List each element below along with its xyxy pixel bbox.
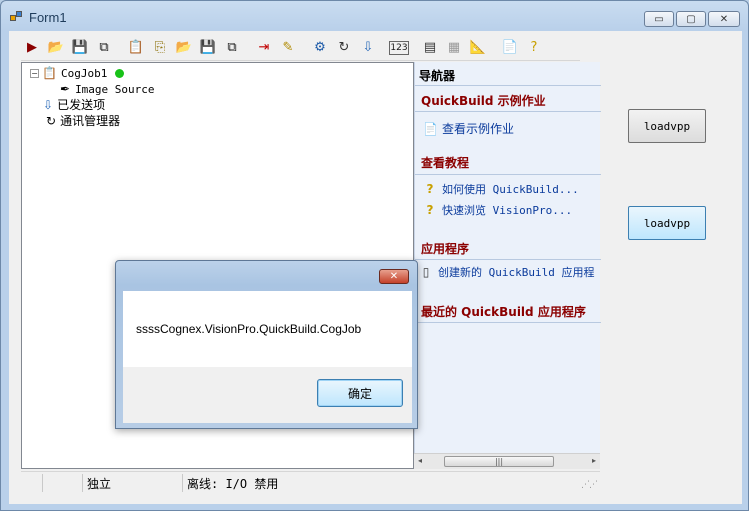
- link-view-examples[interactable]: 📄 查看示例作业: [423, 120, 514, 137]
- job-label: CogJob1: [60, 66, 108, 80]
- dialog-body: ssssCognex.VisionPro.QuickBuild.CogJob: [123, 291, 412, 367]
- scroll-right-icon[interactable]: ▸: [592, 456, 596, 465]
- section-recent-title: 最近的 QuickBuild 应用程序: [421, 305, 586, 319]
- refresh-icon[interactable]: ↻: [333, 37, 355, 59]
- sent-items-label: 已发送项: [57, 98, 106, 112]
- open-job-icon[interactable]: 📂: [173, 37, 195, 59]
- image-source-icon: ✒: [60, 82, 71, 96]
- toolbar-separator: [117, 37, 123, 59]
- save-as-icon[interactable]: ⧉: [93, 37, 115, 59]
- section-tutorials-title: 查看教程: [421, 156, 470, 170]
- status-mode: 独立: [83, 474, 183, 492]
- terminal-icon[interactable]: ▤: [419, 37, 441, 59]
- toolbar-separator: [245, 37, 251, 59]
- save-job-icon[interactable]: 💾: [197, 37, 219, 59]
- section-examples-title: QuickBuild 示例作业: [421, 94, 546, 108]
- tree-node-sent-items[interactable]: ⇩ 已发送项: [43, 96, 105, 113]
- maximize-button[interactable]: ▢: [676, 11, 706, 27]
- dialog-close-button[interactable]: ✕: [379, 269, 409, 284]
- close-button[interactable]: ✕: [708, 11, 740, 27]
- main-window: Form1 ▭ ▢ ✕ ▶ 📂 💾 ⧉ 📋 ⎘ 📂 💾 ⧉ ⇥ ✎ ⚙ ↻ ⇩ 123 ▤ ▦ 📐 📄? − 📋 C…: [0, 0, 749, 511]
- open-folder-icon[interactable]: 📂: [45, 37, 67, 59]
- save-job-as-icon[interactable]: ⧉: [221, 37, 243, 59]
- collapse-icon[interactable]: −: [30, 68, 39, 78]
- tree-node-comm-manager[interactable]: ↻ 通讯管理器: [46, 112, 120, 129]
- edit-icon[interactable]: ✎: [277, 37, 299, 59]
- loadvpp-button-2[interactable]: loadvpp: [628, 206, 706, 240]
- tree-node-job[interactable]: − 📋 CogJob1: [30, 66, 125, 80]
- status-cell-1: [21, 474, 43, 492]
- image-source-label: Image Source: [75, 82, 155, 96]
- grid-icon[interactable]: ▦: [443, 37, 465, 59]
- tree-node-image-source[interactable]: ✒ Image Source: [60, 82, 155, 96]
- download-icon[interactable]: ⇩: [357, 37, 379, 59]
- divider: [415, 174, 601, 175]
- minimize-button[interactable]: ▭: [644, 11, 674, 27]
- message-dialog: ✕ ssssCognex.VisionPro.QuickBuild.CogJob…: [115, 260, 418, 429]
- link-label: 快速浏览 VisionPro...: [442, 204, 573, 217]
- status-bar: 独立 离线: I/O 禁用 ⋰⋰: [21, 471, 600, 493]
- divider: [415, 259, 601, 260]
- sent-items-icon: ⇩: [43, 97, 54, 112]
- toolbar-separator: [381, 37, 387, 59]
- link-create-app[interactable]: ▯ 创建新的 QuickBuild 应用程: [419, 264, 595, 280]
- ok-button[interactable]: 确定: [317, 379, 403, 407]
- job-icon: 📋: [42, 66, 57, 80]
- document-icon: 📄: [423, 121, 438, 136]
- save-icon[interactable]: 💾: [69, 37, 91, 59]
- comm-manager-icon: ↻: [46, 113, 57, 128]
- scroll-left-icon[interactable]: ◂: [418, 456, 422, 465]
- measure-icon[interactable]: 📐: [467, 37, 489, 59]
- navigator-header: 导航器: [419, 69, 456, 83]
- section-apps-title: 应用程序: [421, 242, 470, 256]
- link-label: 如何使用 QuickBuild...: [442, 183, 579, 196]
- comm-manager-label: 通讯管理器: [60, 114, 121, 128]
- job-copy-icon[interactable]: ⎘: [149, 37, 171, 59]
- divider: [415, 85, 601, 86]
- help-icon[interactable]: ?: [523, 37, 545, 59]
- navigator-panel: 导航器 QuickBuild 示例作业 📄 查看示例作业 查看教程 ? 如何使用…: [414, 62, 601, 469]
- toolbar-separator: [491, 37, 497, 59]
- job-status-indicator: [115, 68, 125, 78]
- help-icon: ?: [426, 203, 434, 217]
- divider: [415, 322, 601, 323]
- link-how-to-use[interactable]: ? 如何使用 QuickBuild...: [423, 181, 579, 197]
- dialog-message: ssssCognex.VisionPro.QuickBuild.CogJob: [136, 322, 362, 336]
- status-io: 离线: I/O 禁用: [187, 476, 279, 491]
- link-label: 查看示例作业: [442, 122, 515, 136]
- link-label: 创建新的 QuickBuild 应用程: [438, 266, 595, 279]
- dialog-footer: 确定: [123, 367, 412, 423]
- counter-icon[interactable]: 123: [389, 40, 409, 55]
- settings-icon[interactable]: ⚙: [309, 37, 331, 59]
- document-icon[interactable]: 📄: [499, 37, 521, 59]
- status-cell-empty: [43, 474, 83, 492]
- document-icon: ▯: [422, 265, 430, 279]
- job-properties-icon[interactable]: 📋: [125, 37, 147, 59]
- resize-grip-icon[interactable]: ⋰⋰: [581, 480, 598, 490]
- toolbar-separator: [411, 37, 417, 59]
- title-bar: Form1 ▭ ▢ ✕: [1, 1, 748, 31]
- scroll-thumb[interactable]: |||: [444, 456, 554, 467]
- run-icon[interactable]: ▶: [21, 37, 43, 59]
- link-quick-tour[interactable]: ? 快速浏览 VisionPro...: [423, 202, 573, 218]
- send-icon[interactable]: ⇥: [253, 37, 275, 59]
- navigator-hscrollbar[interactable]: ◂ ||| ▸: [414, 453, 600, 469]
- app-icon: [10, 11, 24, 23]
- toolbar: ▶ 📂 💾 ⧉ 📋 ⎘ 📂 💾 ⧉ ⇥ ✎ ⚙ ↻ ⇩ 123 ▤ ▦ 📐 📄?: [21, 35, 580, 61]
- loadvpp-button-1[interactable]: loadvpp: [628, 109, 706, 143]
- toolbar-separator: [301, 37, 307, 59]
- divider: [415, 111, 601, 112]
- help-icon: ?: [426, 182, 434, 196]
- window-title: Form1: [29, 10, 67, 25]
